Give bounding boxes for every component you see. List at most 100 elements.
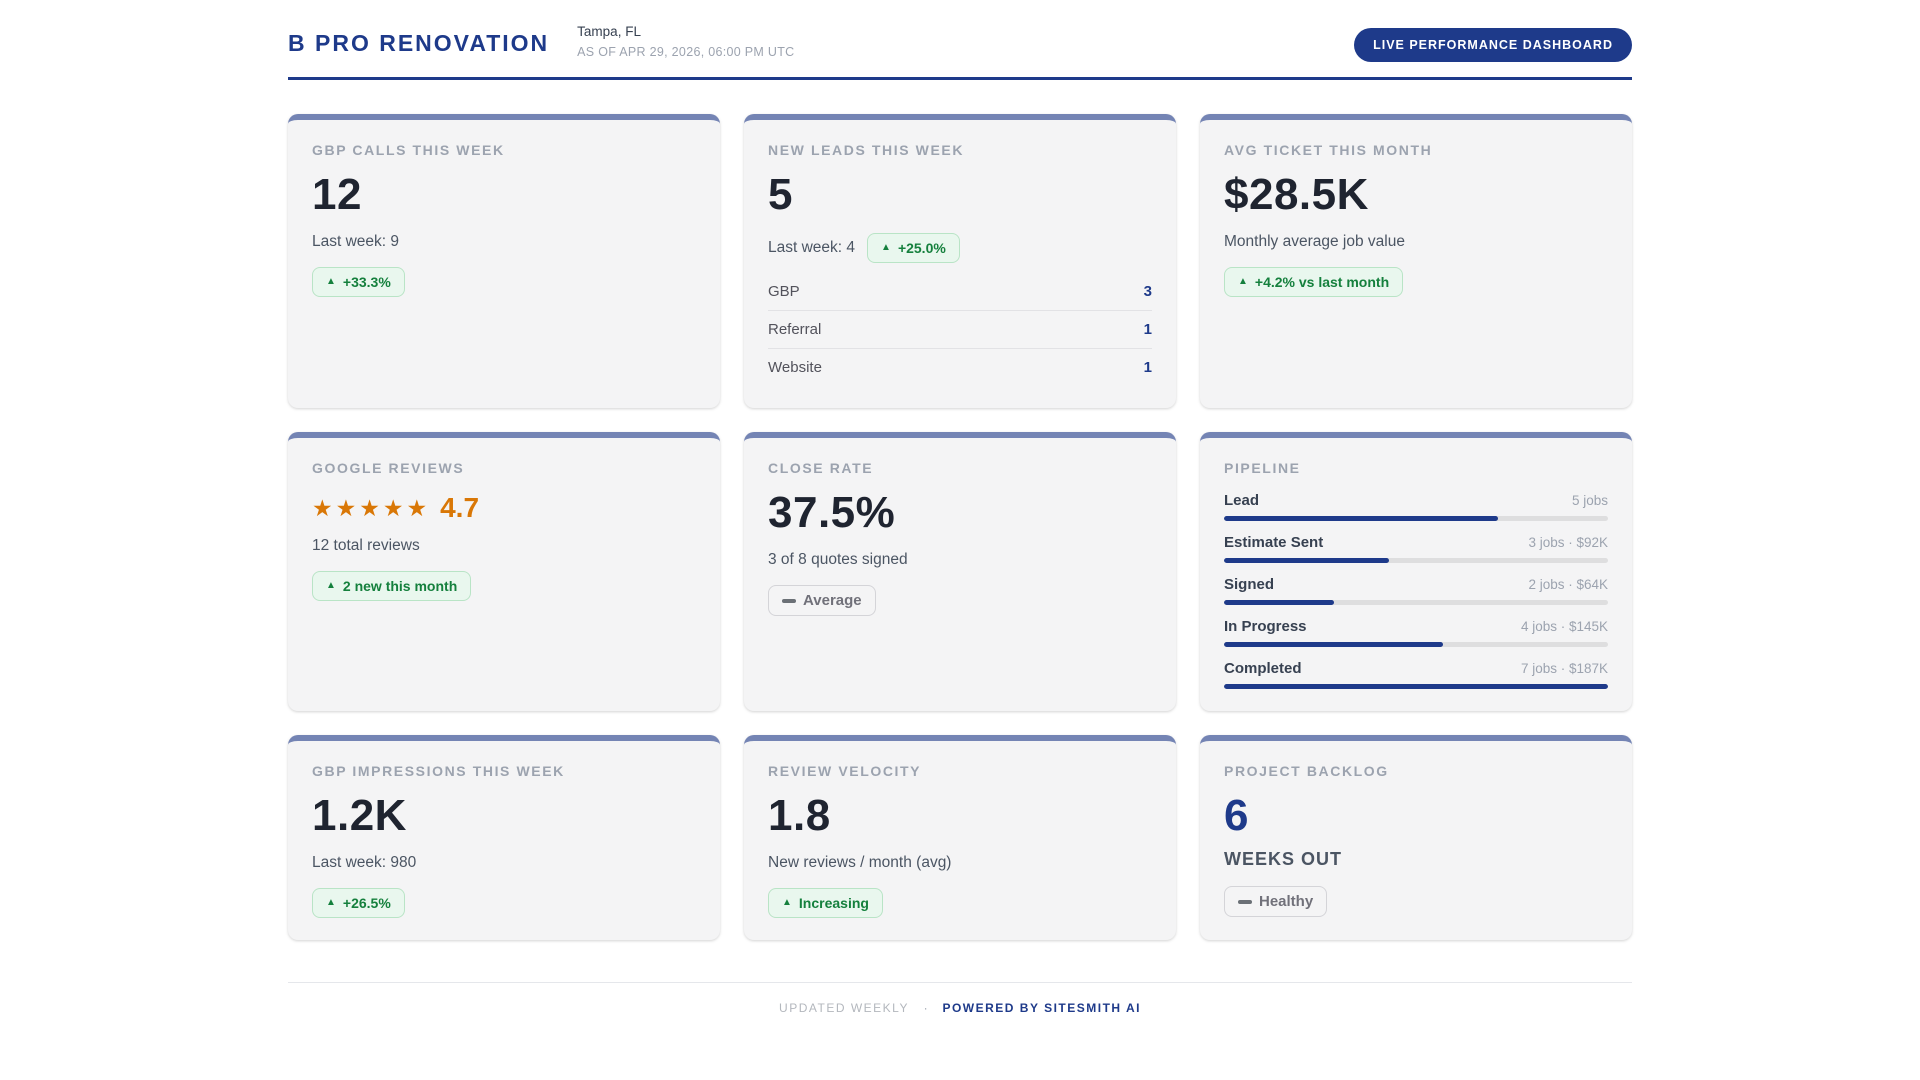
trend-up-icon: ▲: [782, 897, 792, 908]
card-close-rate: CLOSE RATE 37.5% 3 of 8 quotes signed Av…: [744, 432, 1176, 711]
card-avg-ticket: AVG TICKET THIS MONTH $28.5K Monthly ave…: [1200, 114, 1632, 408]
card-label: REVIEW VELOCITY: [768, 763, 922, 779]
lead-source-name: GBP: [768, 283, 800, 300]
trend-badge: ▲ 2 new this month: [312, 571, 472, 601]
card-pipeline: PIPELINE Lead 5 jobs Estimate Sent 3 jobs ·…: [1200, 432, 1632, 711]
card-project-backlog: PROJECT BACKLOG 6 WEEKS OUT Healthy: [1200, 735, 1632, 940]
dash-icon: [782, 598, 796, 603]
trend-badge-label: +26.5%: [342, 895, 391, 911]
pipeline-stage-meta: 2 jobs · $64K: [1528, 577, 1608, 592]
lead-sources-list: GBP 3 Referral 1 Website 1: [768, 273, 1152, 386]
lead-source-row: GBP 3: [768, 273, 1152, 311]
card-label: GBP CALLS THIS WEEK: [312, 142, 505, 158]
pipeline-stage-head: Lead 5 jobs: [1224, 492, 1608, 509]
footer: UPDATED WEEKLY · POWERED BY SITESMITH AI: [288, 982, 1632, 1055]
neutral-badge-label: Average: [803, 592, 862, 609]
card-label: GBP IMPRESSIONS THIS WEEK: [312, 763, 565, 779]
dashboard-page: B PRO RENOVATION Tampa, FL AS OF APR 29,…: [288, 0, 1632, 1055]
close-rate-value: 37.5%: [768, 488, 896, 537]
pipeline-stage-row: In Progress 4 jobs · $145K: [1224, 618, 1608, 647]
trend-up-icon: ▲: [326, 276, 336, 287]
powered-by-link[interactable]: POWERED BY SITESMITH AI: [942, 1001, 1141, 1015]
neutral-badge-label: Healthy: [1259, 893, 1314, 910]
location-text: Tampa, FL: [577, 24, 641, 39]
card-label: GOOGLE REVIEWS: [312, 460, 465, 476]
card-new-leads: NEW LEADS THIS WEEK 5 Last week: 4 ▲ +25…: [744, 114, 1176, 408]
trend-badge-label: Increasing: [798, 895, 869, 911]
pipeline-bar-track: [1224, 516, 1608, 521]
header: B PRO RENOVATION Tampa, FL AS OF APR 29,…: [288, 24, 1632, 62]
trend-badge: ▲ +26.5%: [312, 888, 405, 918]
card-gbp-calls: GBP CALLS THIS WEEK 12 Last week: 9 ▲ +3…: [288, 114, 720, 408]
trend-up-icon: ▲: [326, 580, 336, 591]
close-rate-sub: 3 of 8 quotes signed: [768, 551, 908, 568]
new-leads-value: 5: [768, 170, 793, 219]
pipeline-stage-head: Estimate Sent 3 jobs · $92K: [1224, 534, 1608, 551]
pipeline-bar-track: [1224, 558, 1608, 563]
backlog-unit: WEEKS OUT: [1224, 849, 1343, 869]
lead-source-count: 3: [1143, 283, 1152, 300]
trend-up-icon: ▲: [326, 897, 336, 908]
card-google-reviews: GOOGLE REVIEWS ★★★★★ 4.7 12 total review…: [288, 432, 720, 711]
pipeline-stages: Lead 5 jobs Estimate Sent 3 jobs · $92K Sign…: [1224, 492, 1608, 689]
pipeline-stage-meta: 3 jobs · $92K: [1528, 535, 1608, 550]
pipeline-stage-name: Completed: [1224, 660, 1302, 677]
reviews-sub: 12 total reviews: [312, 537, 420, 554]
pipeline-stage-row: Completed 7 jobs · $187K: [1224, 660, 1608, 689]
pipeline-stage-row: Lead 5 jobs: [1224, 492, 1608, 521]
pipeline-bar-fill: [1224, 558, 1389, 563]
trend-badge: ▲ +4.2% vs last month: [1224, 267, 1404, 297]
pipeline-bar-track: [1224, 600, 1608, 605]
lead-source-row: Referral 1: [768, 311, 1152, 349]
pipeline-stage-row: Signed 2 jobs · $64K: [1224, 576, 1608, 605]
pipeline-bar-track: [1224, 684, 1608, 689]
trend-badge-label: +4.2% vs last month: [1254, 274, 1390, 290]
gbp-calls-sub: Last week: 9: [312, 233, 400, 250]
pipeline-stage-head: In Progress 4 jobs · $145K: [1224, 618, 1608, 635]
pipeline-stage-name: Estimate Sent: [1224, 534, 1324, 551]
trend-badge-label: 2 new this month: [342, 578, 458, 594]
pipeline-stage-name: Signed: [1224, 576, 1275, 593]
trend-badge-label: +33.3%: [342, 274, 391, 290]
trend-up-icon: ▲: [881, 242, 891, 253]
pipeline-bar-track: [1224, 642, 1608, 647]
card-label: AVG TICKET THIS MONTH: [1224, 142, 1433, 158]
kpi-grid: GBP CALLS THIS WEEK 12 Last week: 9 ▲ +3…: [288, 114, 1632, 940]
gbp-calls-value: 12: [312, 170, 362, 219]
lead-source-row: Website 1: [768, 349, 1152, 386]
card-label: CLOSE RATE: [768, 460, 874, 476]
trend-up-icon: ▲: [1238, 276, 1248, 287]
pipeline-stage-name: Lead: [1224, 492, 1260, 509]
as-of-timestamp: AS OF APR 29, 2026, 06:00 PM UTC: [577, 45, 795, 59]
pipeline-stage-meta: 7 jobs · $187K: [1520, 661, 1608, 676]
new-leads-sub: Last week: 4: [768, 239, 856, 256]
avg-ticket-value: $28.5K: [1224, 170, 1369, 219]
pipeline-stage-head: Completed 7 jobs · $187K: [1224, 660, 1608, 677]
pipeline-bar-fill: [1224, 600, 1334, 605]
pipeline-stage-meta: 5 jobs: [1571, 493, 1608, 508]
review-velocity-value: 1.8: [768, 791, 831, 840]
pipeline-bar-fill: [1224, 684, 1608, 689]
pipeline-stage-name: In Progress: [1224, 618, 1307, 635]
trend-badge: ▲ Increasing: [768, 888, 883, 918]
trend-badge: ▲ +33.3%: [312, 267, 405, 297]
trend-badge-label: +25.0%: [897, 240, 946, 256]
lead-source-count: 1: [1143, 321, 1152, 338]
trend-badge: ▲ +25.0%: [867, 233, 960, 263]
backlog-value: 6: [1224, 791, 1249, 840]
gbp-impressions-value: 1.2K: [312, 791, 407, 840]
gbp-impressions-sub: Last week: 980: [312, 854, 417, 871]
pipeline-stage-head: Signed 2 jobs · $64K: [1224, 576, 1608, 593]
card-label: PROJECT BACKLOG: [1224, 763, 1389, 779]
avg-ticket-sub: Monthly average job value: [1224, 233, 1405, 250]
header-divider: [288, 77, 1632, 80]
star-rating-icons: ★★★★★: [312, 494, 431, 521]
card-gbp-impressions: GBP IMPRESSIONS THIS WEEK 1.2K Last week…: [288, 735, 720, 940]
dash-icon: [1238, 899, 1252, 904]
updated-weekly-text: UPDATED WEEKLY: [779, 1001, 909, 1015]
pipeline-stage-row: Estimate Sent 3 jobs · $92K: [1224, 534, 1608, 563]
card-label: PIPELINE: [1224, 460, 1301, 476]
rating-value: 4.7: [440, 492, 480, 523]
lead-source-name: Referral: [768, 321, 822, 338]
lead-source-name: Website: [768, 359, 822, 376]
